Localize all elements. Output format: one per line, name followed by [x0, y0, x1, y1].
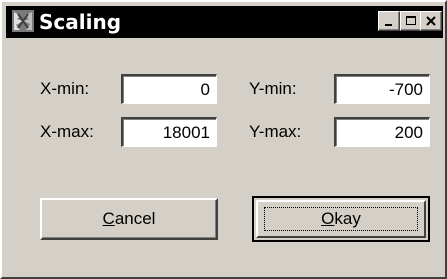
- title-bar[interactable]: Scaling: [6, 6, 443, 38]
- scaling-dialog: Scaling X-min: X-max: Y-min: Y-m: [0, 0, 447, 279]
- close-button[interactable]: [420, 11, 442, 31]
- y-max-input[interactable]: [336, 119, 429, 146]
- y-min-field[interactable]: [334, 74, 430, 104]
- minimize-icon: [385, 24, 392, 26]
- x-min-input[interactable]: [123, 76, 216, 103]
- close-icon: [426, 16, 436, 26]
- x-max-label: X-max:: [40, 122, 94, 141]
- okay-button[interactable]: Okay: [252, 196, 430, 242]
- y-max-field[interactable]: [334, 117, 430, 147]
- minimize-button[interactable]: [378, 11, 400, 31]
- y-max-label: Y-max:: [249, 122, 302, 141]
- maximize-button[interactable]: [400, 11, 422, 31]
- cancel-button[interactable]: Cancel: [40, 198, 218, 240]
- maximize-icon: [406, 16, 416, 25]
- window-title: Scaling: [39, 10, 122, 34]
- focus-ring: [264, 207, 418, 231]
- y-min-label: Y-min:: [249, 79, 297, 98]
- y-min-input[interactable]: [336, 76, 429, 103]
- cancel-button-label: Cancel: [103, 209, 156, 229]
- x-min-field[interactable]: [121, 74, 217, 104]
- app-icon: [12, 10, 34, 32]
- okay-button-face: Okay: [256, 200, 426, 238]
- x-max-input[interactable]: [123, 119, 216, 146]
- x-min-label: X-min:: [40, 79, 90, 98]
- x-max-field[interactable]: [121, 117, 217, 147]
- cancel-label-rest: ancel: [114, 209, 156, 228]
- cancel-mnemonic: C: [102, 209, 115, 228]
